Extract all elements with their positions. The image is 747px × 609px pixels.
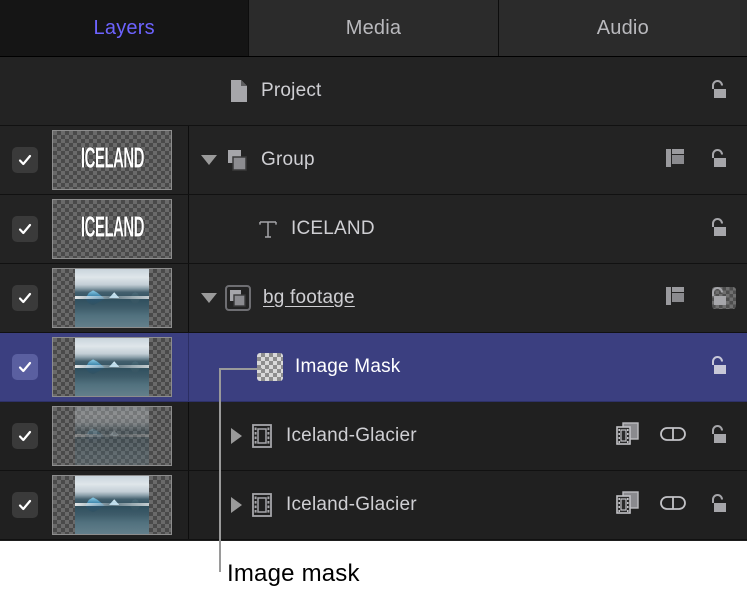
row-gutter bbox=[0, 264, 189, 332]
row-gutter bbox=[0, 333, 189, 401]
layer-row-iceland-glacier-2[interactable]: Iceland-Glacier bbox=[0, 471, 747, 540]
row-gutter: ICELAND bbox=[0, 195, 189, 263]
layer-thumbnail bbox=[52, 337, 172, 397]
checkmark-icon bbox=[17, 152, 33, 168]
disclosure-triangle-expanded[interactable] bbox=[201, 155, 217, 165]
layout-panel-icon[interactable] bbox=[663, 146, 687, 175]
row-right-icons bbox=[705, 195, 747, 263]
layer-row-group[interactable]: ICELAND Group bbox=[0, 126, 747, 195]
layer-visibility-checkbox[interactable] bbox=[12, 216, 38, 242]
layer-name-label[interactable]: Group bbox=[261, 149, 315, 171]
glacier-thumbnail bbox=[75, 269, 149, 327]
glacier-thumbnail bbox=[75, 338, 149, 396]
row-name-column: Iceland-Glacier bbox=[189, 471, 747, 539]
layer-visibility-checkbox[interactable] bbox=[12, 147, 38, 173]
text-tool-icon bbox=[257, 218, 279, 240]
glacier-thumbnail bbox=[75, 476, 149, 534]
row-gutter bbox=[0, 57, 189, 125]
iceland-text-thumbnail: ICELAND bbox=[53, 200, 171, 258]
layer-visibility-checkbox[interactable] bbox=[12, 492, 38, 518]
unlock-icon[interactable] bbox=[705, 283, 731, 314]
callout-caption: Image mask bbox=[227, 560, 360, 588]
unlock-icon[interactable] bbox=[705, 214, 731, 245]
layers-panel: Layers Media Audio Project bbox=[0, 0, 747, 541]
layer-name-label[interactable]: ICELAND bbox=[291, 218, 375, 240]
unlock-icon[interactable] bbox=[705, 352, 731, 383]
panel-tab-bar: Layers Media Audio bbox=[0, 0, 747, 57]
row-right-icons bbox=[615, 471, 747, 539]
tab-layers-label: Layers bbox=[94, 17, 155, 40]
layer-name-label[interactable]: bg footage bbox=[263, 287, 355, 309]
disclosure-triangle-expanded[interactable] bbox=[201, 293, 217, 303]
row-right-icons bbox=[663, 264, 747, 332]
thumbnail-text: ICELAND bbox=[80, 213, 143, 246]
callout-line-horizontal bbox=[219, 368, 262, 370]
checkmark-icon bbox=[17, 359, 33, 375]
thumbnail-text: ICELAND bbox=[80, 144, 143, 177]
row-gutter: ICELAND bbox=[0, 126, 189, 194]
row-name-column: bg footage bbox=[189, 264, 747, 332]
row-gutter bbox=[0, 402, 189, 470]
row-right-icons bbox=[705, 57, 747, 125]
disclosure-triangle-collapsed[interactable] bbox=[231, 428, 242, 444]
row-name-column: ICELAND bbox=[189, 195, 747, 263]
unlock-icon[interactable] bbox=[705, 490, 731, 521]
layer-row-image-mask[interactable]: Image Mask bbox=[0, 333, 747, 402]
callout-line-vertical bbox=[219, 368, 221, 572]
media-source-icon[interactable] bbox=[615, 490, 641, 521]
row-gutter bbox=[0, 471, 189, 539]
tab-audio-label: Audio bbox=[597, 17, 649, 40]
group-icon bbox=[225, 148, 249, 172]
row-right-icons bbox=[615, 402, 747, 470]
row-name-column: Iceland-Glacier bbox=[189, 402, 747, 470]
row-name-column: Group bbox=[189, 126, 747, 194]
layer-row-iceland-text[interactable]: ICELAND ICELAND bbox=[0, 195, 747, 264]
unlock-icon[interactable] bbox=[705, 76, 731, 107]
layer-thumbnail bbox=[52, 406, 172, 466]
link-icon[interactable] bbox=[659, 424, 687, 449]
checkmark-icon bbox=[17, 497, 33, 513]
checkmark-icon bbox=[17, 221, 33, 237]
layer-row-project[interactable]: Project bbox=[0, 57, 747, 126]
layer-row-bg-footage[interactable]: bg footage bbox=[0, 264, 747, 333]
layer-name-label[interactable]: Image Mask bbox=[295, 356, 400, 378]
layer-visibility-checkbox[interactable] bbox=[12, 285, 38, 311]
layer-thumbnail bbox=[52, 475, 172, 535]
tab-audio[interactable]: Audio bbox=[498, 0, 747, 57]
layer-thumbnail: ICELAND bbox=[52, 199, 172, 259]
tab-layers[interactable]: Layers bbox=[0, 0, 248, 57]
row-right-icons bbox=[705, 333, 747, 401]
checkerboard-mask-icon bbox=[257, 353, 283, 381]
tab-media-label: Media bbox=[346, 17, 401, 40]
iceland-text-thumbnail: ICELAND bbox=[53, 131, 171, 189]
unlock-icon[interactable] bbox=[705, 421, 731, 452]
tab-media[interactable]: Media bbox=[248, 0, 497, 57]
row-name-column: Project bbox=[189, 57, 747, 125]
layer-name-label[interactable]: Iceland-Glacier bbox=[286, 494, 417, 516]
film-strip-icon bbox=[250, 423, 274, 449]
layers-list: Project bbox=[0, 57, 747, 541]
link-icon[interactable] bbox=[659, 493, 687, 518]
layer-row-iceland-glacier-1[interactable]: Iceland-Glacier bbox=[0, 402, 747, 471]
layer-visibility-checkbox[interactable] bbox=[12, 423, 38, 449]
layer-name-label: Project bbox=[261, 80, 322, 102]
checkmark-icon bbox=[17, 290, 33, 306]
unlock-icon[interactable] bbox=[705, 145, 731, 176]
disclosure-triangle-collapsed[interactable] bbox=[231, 497, 242, 513]
row-name-column: Image Mask bbox=[189, 333, 747, 401]
row-right-icons bbox=[663, 126, 747, 194]
group-masked-icon bbox=[225, 285, 251, 311]
layer-thumbnail bbox=[52, 268, 172, 328]
glacier-thumbnail-dimmed bbox=[75, 407, 149, 465]
layer-visibility-checkbox[interactable] bbox=[12, 354, 38, 380]
checkmark-icon bbox=[17, 428, 33, 444]
document-icon bbox=[229, 79, 249, 103]
layout-panel-icon[interactable] bbox=[663, 284, 687, 313]
layer-thumbnail: ICELAND bbox=[52, 130, 172, 190]
film-strip-icon bbox=[250, 492, 274, 518]
media-source-icon[interactable] bbox=[615, 421, 641, 452]
layer-name-label[interactable]: Iceland-Glacier bbox=[286, 425, 417, 447]
